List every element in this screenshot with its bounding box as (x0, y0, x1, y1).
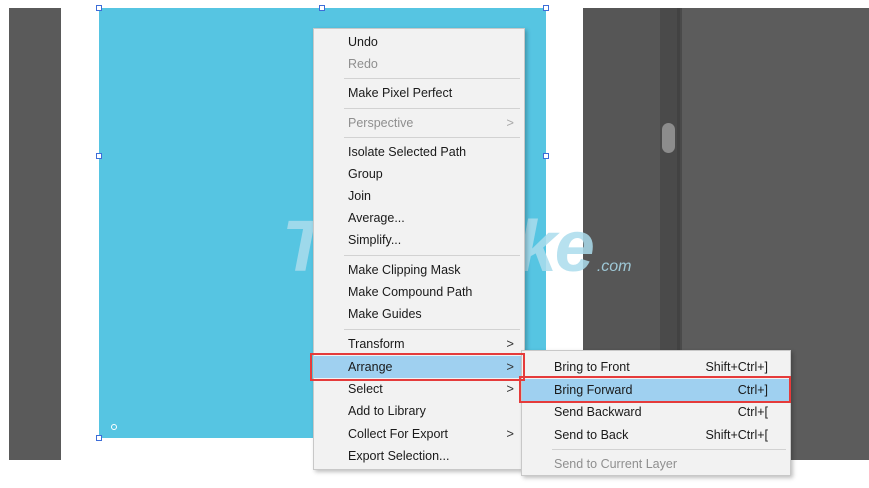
selection-handle-bottom-left[interactable] (96, 435, 102, 441)
menu-item-add-to-library[interactable]: Add to Library (314, 400, 524, 422)
menu-item-label: Simplify... (348, 233, 402, 247)
menu-item-label: Add to Library (348, 404, 426, 418)
menu-item-average[interactable]: Average... (314, 207, 524, 229)
menu-item-isolate-selected-path[interactable]: Isolate Selected Path (314, 141, 524, 163)
menu-separator (344, 108, 520, 109)
selection-handle-top-left[interactable] (96, 5, 102, 11)
submenu-item-bring-forward[interactable]: Bring Forward Ctrl+] (522, 379, 790, 401)
selection-handle-top-center[interactable] (319, 5, 325, 11)
submenu-arrow-icon: > (506, 336, 514, 351)
panel-scrollbar-thumb[interactable] (662, 123, 675, 153)
reference-point-icon (111, 424, 117, 430)
selection-handle-middle-left[interactable] (96, 153, 102, 159)
shortcut-label: Shift+Ctrl+] (705, 360, 768, 374)
submenu-item-label: Send Backward (554, 405, 642, 419)
menu-item-label: Undo (348, 35, 378, 49)
menu-item-label: Isolate Selected Path (348, 145, 467, 159)
submenu-item-send-backward[interactable]: Send Backward Ctrl+[ (522, 401, 790, 423)
menu-item-label: Redo (348, 57, 378, 71)
menu-item-label: Make Guides (348, 307, 422, 321)
menu-item-label: Select (348, 382, 383, 396)
menu-item-arrange[interactable]: Arrange > (314, 356, 524, 378)
submenu-item-label: Send to Current Layer (554, 457, 677, 471)
menu-separator (344, 255, 520, 256)
menu-item-simplify[interactable]: Simplify... (314, 229, 524, 251)
menu-item-join[interactable]: Join (314, 185, 524, 207)
menu-item-label: Export Selection... (348, 449, 450, 463)
menu-separator (344, 78, 520, 79)
menu-item-label: Group (348, 167, 383, 181)
menu-item-label: Join (348, 189, 371, 203)
menu-item-make-guides[interactable]: Make Guides (314, 303, 524, 325)
menu-separator (344, 329, 520, 330)
submenu-item-send-to-current-layer: Send to Current Layer (522, 453, 790, 475)
menu-item-group[interactable]: Group (314, 163, 524, 185)
context-menu: Undo Redo Make Pixel Perfect Perspective… (313, 28, 525, 470)
submenu-arrow-icon: > (506, 381, 514, 396)
menu-item-collect-for-export[interactable]: Collect For Export > (314, 423, 524, 445)
selection-handle-middle-right[interactable] (543, 153, 549, 159)
menu-item-perspective: Perspective > (314, 112, 524, 134)
menu-separator (552, 449, 786, 450)
shortcut-label: Ctrl+] (737, 383, 768, 397)
menu-item-make-compound-path[interactable]: Make Compound Path (314, 281, 524, 303)
menu-item-label: Average... (348, 211, 405, 225)
submenu-arrow-icon: > (506, 359, 514, 374)
submenu-item-label: Bring to Front (554, 360, 630, 374)
menu-item-label: Transform (348, 337, 405, 351)
submenu-item-label: Send to Back (554, 428, 629, 442)
menu-item-label: Make Pixel Perfect (348, 86, 453, 100)
submenu-item-label: Bring Forward (554, 383, 633, 397)
selection-handle-top-right[interactable] (543, 5, 549, 11)
submenu-arrow-icon: > (506, 115, 514, 130)
menu-item-make-clipping-mask[interactable]: Make Clipping Mask (314, 259, 524, 281)
menu-item-redo: Redo (314, 53, 524, 75)
menu-item-export-selection[interactable]: Export Selection... (314, 445, 524, 467)
shortcut-label: Ctrl+[ (737, 405, 768, 419)
menu-item-label: Make Compound Path (348, 285, 473, 299)
submenu-item-bring-to-front[interactable]: Bring to Front Shift+Ctrl+] (522, 356, 790, 378)
menu-item-label: Collect For Export (348, 427, 449, 441)
menu-item-select[interactable]: Select > (314, 378, 524, 400)
menu-item-label: Perspective (348, 116, 414, 130)
menu-item-make-pixel-perfect[interactable]: Make Pixel Perfect (314, 82, 524, 104)
menu-item-label: Make Clipping Mask (348, 263, 461, 277)
submenu-arrow-icon: > (506, 426, 514, 441)
menu-item-undo[interactable]: Undo (314, 31, 524, 53)
canvas-pasteboard-left (9, 8, 61, 460)
arrange-submenu: Bring to Front Shift+Ctrl+] Bring Forward… (521, 350, 791, 476)
menu-separator (344, 137, 520, 138)
menu-item-label: Arrange (348, 360, 393, 374)
submenu-item-send-to-back[interactable]: Send to Back Shift+Ctrl+[ (522, 424, 790, 446)
menu-item-transform[interactable]: Transform > (314, 333, 524, 355)
shortcut-label: Shift+Ctrl+[ (705, 428, 768, 442)
